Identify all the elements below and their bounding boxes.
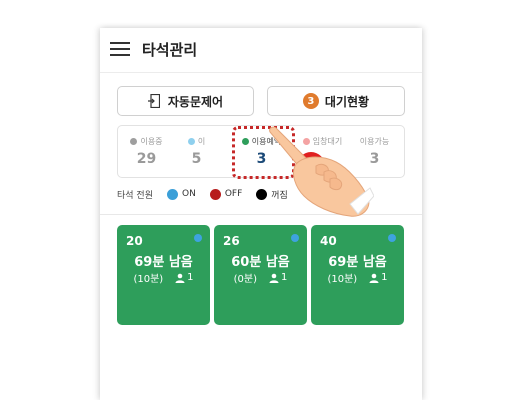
status-dot-icon [187,138,195,145]
person-icon [269,273,279,283]
auto-door-control-button[interactable]: 자동문제어 [117,86,254,116]
power-off-dot-icon [209,188,221,200]
seat-card[interactable]: 26 60분 남음 (0분) 1 [214,225,307,325]
stat-value: 5 [191,151,202,167]
stat-second[interactable]: 이 5 [168,126,225,179]
legend-title: 타석 전원 [117,190,153,201]
legend-item-off: OFF [209,188,243,200]
stat-label: 이용중 [140,137,163,146]
waiting-status-label: 대기현황 [324,94,370,109]
remaining-time: 69분 남음 [328,255,387,270]
people-count: 1 [381,272,388,283]
extra-time: (0분) [233,274,257,285]
power-status-dot-icon [291,234,299,242]
person-icon [369,273,379,283]
pointing-hand-icon [269,126,374,217]
stat-value: 29 [136,151,157,167]
stat-in-use[interactable]: 이용중 29 [118,126,175,179]
seat-number: 20 [126,234,143,248]
seat-card[interactable]: 40 69분 남음 (10분) 1 [311,225,404,325]
power-on-dot-icon [166,188,178,200]
remaining-time: 69분 남음 [134,255,193,270]
waiting-status-button[interactable]: 3 대기현황 [267,86,405,116]
remaining-time: 60분 남음 [231,255,290,270]
waiting-count-badge: 3 [302,93,319,109]
people-count: 1 [187,272,194,283]
page-title: 타석관리 [142,41,198,59]
top-app-bar: 타석관리 [100,28,422,73]
status-dot-icon [130,138,138,145]
power-status-dot-icon [194,234,202,242]
person-icon [175,273,185,283]
legend-item-on: ON [166,188,196,200]
stat-label: 이 [197,137,206,146]
seat-number: 26 [223,234,240,248]
extra-time: (10분) [133,274,164,285]
power-status-dot-icon [388,234,396,242]
seat-number: 40 [320,234,337,248]
legend-label: ON [181,189,196,199]
auto-door-control-label: 자동문제어 [167,94,224,109]
people-count: 1 [281,272,288,283]
legend-label: OFF [224,189,243,199]
extra-time: (10분) [327,274,358,285]
menu-icon[interactable] [110,42,130,57]
seat-card[interactable]: 20 69분 남음 (10분) 1 [117,225,210,325]
door-exit-icon [147,94,160,108]
